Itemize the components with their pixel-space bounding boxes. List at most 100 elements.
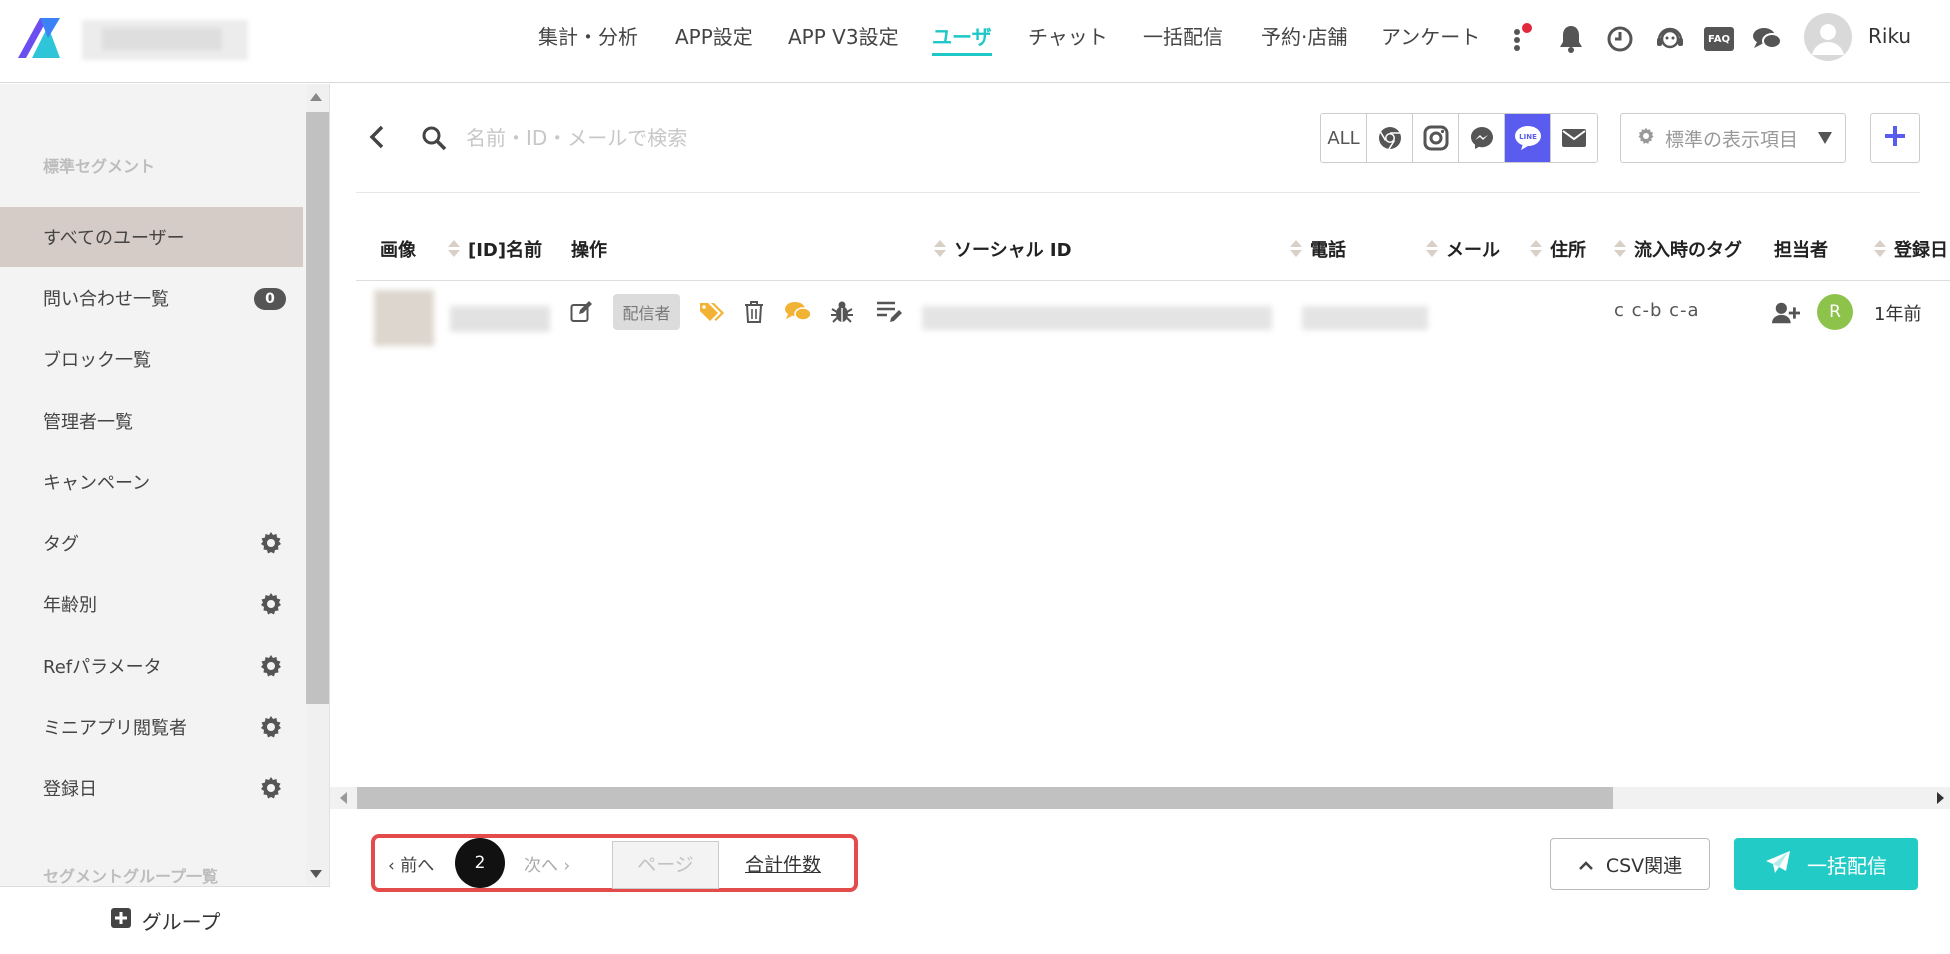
scroll-down-icon[interactable] [310,870,322,878]
more-vertical-icon[interactable] [1500,22,1534,56]
messenger-icon[interactable] [1459,114,1505,162]
channel-all-button[interactable]: ALL [1321,114,1367,162]
instagram-icon[interactable] [1413,114,1459,162]
gear-icon [1637,127,1655,150]
sidebar-item-inquiries[interactable]: 問い合わせ一覧 0 [0,268,303,328]
gear-icon[interactable] [259,776,283,800]
gear-icon[interactable] [259,531,283,555]
bell-icon[interactable] [1554,22,1588,56]
col-header-label: 流入時のタグ [1634,240,1742,261]
gear-icon[interactable] [259,654,283,678]
col-header-phone[interactable]: 電話 [1290,236,1346,262]
total-count-link[interactable]: 合計件数 [745,850,821,877]
username[interactable]: Riku [1868,24,1911,48]
sidebar-item-all-users[interactable]: すべてのユーザー [0,207,303,267]
sidebar-item-ref-param[interactable]: Refパラメータ [0,636,303,696]
scroll-right-icon[interactable] [1937,792,1944,804]
sidebar-item-mini-app-viewers[interactable]: ミニアプリ閲覧者 [0,697,303,757]
sidebar-item-blocked[interactable]: ブロック一覧 [0,329,303,389]
sidebar-scrollbar-thumb[interactable] [306,112,329,704]
faq-icon[interactable]: FAQ [1702,22,1736,56]
sort-icon[interactable] [1614,239,1626,259]
nav-reservation-store[interactable]: 予約·店舗 [1261,22,1347,56]
back-chevron-icon[interactable] [362,122,392,152]
current-page-indicator[interactable]: 2 [455,838,505,888]
sort-icon[interactable] [1426,239,1438,259]
note-edit-icon[interactable] [876,298,904,326]
user-image-blurred [374,290,434,346]
col-header-label: 住所 [1550,240,1586,261]
registered-date-cell: 1年前 [1874,304,1922,325]
chrome-icon[interactable] [1367,114,1413,162]
sidebar-item-label: タグ [43,534,79,555]
add-user-button[interactable] [1870,113,1920,163]
scroll-left-icon[interactable] [340,792,347,804]
assignee-avatar[interactable]: R [1817,294,1853,330]
bulk-send-button[interactable]: 一括配信 [1734,838,1918,890]
col-header-social-id[interactable]: ソーシャル ID [934,236,1072,262]
col-header-name[interactable]: [ID]名前 [448,236,542,262]
sort-icon[interactable] [1290,239,1302,259]
col-header-registered[interactable]: 登録日 [1874,236,1948,262]
sidebar-item-registration-date[interactable]: 登録日 [0,758,303,818]
clock-icon[interactable] [1603,22,1637,56]
sort-icon[interactable] [1530,239,1542,259]
add-assignee-icon[interactable] [1772,299,1800,327]
chat-icon[interactable] [784,298,812,326]
page-number-input[interactable] [612,841,719,889]
sidebar-item-tags[interactable]: タグ [0,513,303,573]
sort-icon[interactable] [1874,239,1886,259]
app-logo[interactable] [18,18,60,58]
channel-filter-group: ALL LINE [1320,113,1598,163]
tag-icon[interactable] [699,298,727,326]
search-input[interactable] [466,118,866,158]
bug-icon[interactable] [828,298,856,326]
horizontal-scrollbar-thumb[interactable] [357,787,1613,809]
sidebar-item-age[interactable]: 年齢別 [0,574,303,634]
col-header-label: 電話 [1310,240,1346,261]
sidebar-item-label: ブロック一覧 [43,350,151,371]
inflow-tags-cell: c c-b c-a [1614,300,1700,321]
nav-analytics[interactable]: 集計・分析 [538,22,638,56]
nav-app-settings[interactable]: APP設定 [675,22,753,56]
gear-icon[interactable] [259,592,283,616]
sidebar-item-label: 年齢別 [43,595,97,616]
nav-chat[interactable]: チャット [1028,22,1108,56]
nav-bulk-send[interactable]: 一括配信 [1143,22,1223,56]
sort-icon[interactable] [448,239,460,259]
mail-icon[interactable] [1551,114,1597,162]
sidebar-item-campaign[interactable]: キャンペーン [0,452,303,512]
nav-app-v3-settings[interactable]: APP V3設定 [788,22,899,56]
trash-icon[interactable] [740,298,768,326]
brand-name-blurred [82,20,248,60]
csv-button-label: CSV関連 [1605,854,1683,877]
edit-icon[interactable] [568,298,596,326]
segment-sidebar: 標準セグメント すべてのユーザー 問い合わせ一覧 0 ブロック一覧 管理者一覧 キ… [0,84,330,954]
toolbar-divider [356,192,1920,193]
sort-icon[interactable] [934,239,946,259]
line-icon[interactable]: LINE [1505,114,1551,162]
csv-menu-button[interactable]: CSV関連 [1550,838,1710,890]
col-header-inflow-tags[interactable]: 流入時のタグ [1614,236,1742,262]
search-icon[interactable] [418,122,450,154]
sender-tag-button[interactable]: 配信者 [613,294,680,330]
col-header-label: ソーシャル ID [954,240,1072,261]
col-header-email[interactable]: メール [1426,236,1500,262]
chevron-up-icon [1578,853,1594,875]
display-columns-dropdown[interactable]: 標準の表示項目 [1620,113,1846,163]
col-header-address[interactable]: 住所 [1530,236,1586,262]
scroll-up-icon[interactable] [310,93,322,101]
prev-page-button[interactable]: ‹ 前へ [388,851,434,876]
chat-bubbles-icon[interactable] [1750,22,1784,56]
nav-users[interactable]: ユーザ [932,22,992,56]
sidebar-item-label: ミニアプリ閲覧者 [43,718,187,739]
col-header-assignee: 担当者 [1774,236,1828,262]
add-group-button[interactable]: グループ [0,886,330,954]
sidebar-item-admins[interactable]: 管理者一覧 [0,391,303,451]
nav-survey[interactable]: アンケート [1381,22,1480,56]
support-headset-icon[interactable] [1653,22,1687,56]
next-page-button[interactable]: 次へ › [524,851,570,876]
gear-icon[interactable] [259,715,283,739]
user-avatar-icon[interactable] [1804,13,1852,61]
sidebar-item-label: 問い合わせ一覧 [43,289,169,310]
